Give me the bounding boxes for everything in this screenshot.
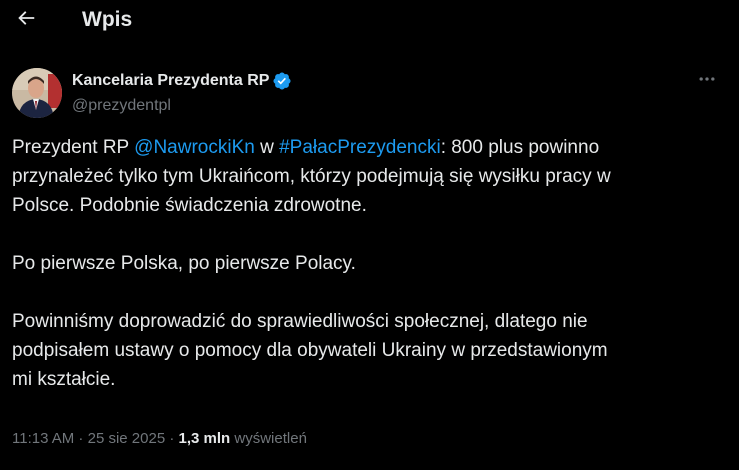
tweet-line: podpisałem ustawy o pomocy dla obywateli… bbox=[12, 340, 608, 361]
tweet-text-segment: Prezydent RP bbox=[12, 137, 135, 158]
author-handle[interactable]: @prezydentpl bbox=[72, 95, 292, 117]
tweet-meta: 11:13 AM · 25 sie 2025 · 1,3 mln wyświet… bbox=[12, 428, 307, 450]
tweet-text-segment: : 800 plus powinno bbox=[440, 137, 600, 158]
hashtag-link[interactable]: #PałacPrezydencki bbox=[279, 137, 441, 158]
tweet-line: przynależeć tylko tym Ukraińcom, którzy … bbox=[12, 166, 611, 187]
avatar[interactable] bbox=[12, 68, 62, 118]
tweet-paragraph-1: Prezydent RP @NawrockiKn w #PałacPrezyde… bbox=[12, 133, 727, 220]
tweet-line: Powinniśmy doprowadzić do sprawiedliwośc… bbox=[12, 311, 588, 332]
meta-separator: · bbox=[165, 430, 179, 447]
more-options-button[interactable] bbox=[690, 66, 724, 96]
views-count: 1,3 mln bbox=[178, 430, 231, 447]
author-name[interactable]: Kancelaria Prezydenta RP bbox=[72, 72, 269, 90]
tweet-text-segment: w bbox=[254, 137, 280, 158]
views-label: wyświetleń bbox=[230, 430, 307, 447]
verified-badge-icon bbox=[272, 71, 292, 91]
tweet-time: 11:13 AM bbox=[12, 430, 75, 447]
tweet-line: Polsce. Podobnie świadczenia zdrowotne. bbox=[12, 195, 367, 216]
back-button[interactable] bbox=[8, 2, 44, 38]
tweet-text: Prezydent RP @NawrockiKn w #PałacPrezyde… bbox=[12, 133, 727, 394]
page-title: Wpis bbox=[82, 8, 133, 31]
mention-link[interactable]: @NawrockiKn bbox=[134, 137, 255, 158]
top-header: Wpis bbox=[0, 0, 739, 40]
tweet-timestamp[interactable]: 11:13 AM · 25 sie 2025 bbox=[12, 430, 165, 447]
tweet-line: mi kształcie. bbox=[12, 369, 116, 390]
tweet-line: Prezydent RP @NawrockiKn w #PałacPrezyde… bbox=[12, 137, 599, 158]
more-horizontal-icon bbox=[697, 69, 717, 94]
tweet-date: 25 sie 2025 bbox=[87, 430, 166, 447]
meta-separator: · bbox=[74, 430, 88, 447]
arrow-left-icon bbox=[15, 7, 37, 34]
tweet-line: Po pierwsze Polska, po pierwsze Polacy. bbox=[12, 253, 356, 274]
tweet-paragraph-2: Po pierwsze Polska, po pierwsze Polacy. bbox=[12, 249, 727, 278]
author-block: Kancelaria Prezydenta RP @prezydentpl bbox=[72, 70, 292, 117]
tweet-paragraph-3: Powinniśmy doprowadzić do sprawiedliwośc… bbox=[12, 307, 727, 394]
